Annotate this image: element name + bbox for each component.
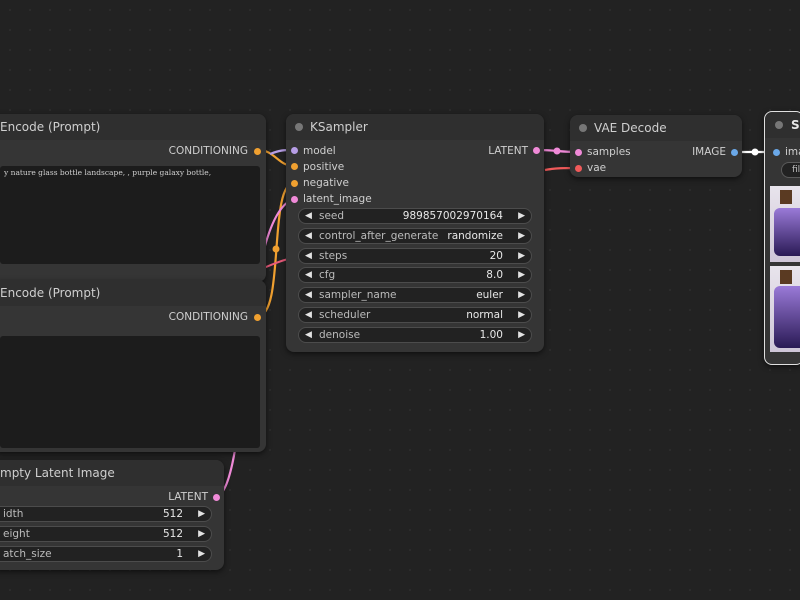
increment-arrow-icon[interactable]: ▶ — [518, 211, 525, 221]
widget-value: normal — [466, 309, 503, 321]
input-model-label: model — [303, 145, 336, 157]
height-widget[interactable]: eight 512 ▶ — [0, 526, 212, 542]
node-title: Encode (Prompt) — [0, 286, 101, 300]
widget-value: randomize — [447, 230, 503, 242]
node-title: Encode (Prompt) — [0, 120, 101, 134]
input-vae-dot[interactable] — [575, 165, 582, 172]
node-collapse-dot[interactable] — [775, 121, 783, 129]
output-preview-images — [770, 186, 800, 352]
input-samples-label: samples — [587, 146, 631, 158]
increment-arrow-icon[interactable]: ▶ — [518, 330, 525, 340]
node-title-bar[interactable]: Encode (Prompt) — [0, 280, 266, 306]
vae-decode-node[interactable]: VAE Decode samples vae IMAGE — [570, 115, 742, 177]
input-latent-image-label: latent_image — [303, 193, 372, 205]
widget-value: 989857002970164 — [402, 210, 503, 222]
decrement-arrow-icon[interactable]: ◀ — [305, 270, 312, 280]
widget-value: 20 — [489, 250, 503, 262]
clip-text-encode-node-top[interactable]: Encode (Prompt) CONDITIONING y nature gl… — [0, 114, 266, 282]
widget-value: 512 — [162, 528, 183, 540]
filename-prefix-widget[interactable]: fil — [781, 162, 800, 178]
widget-value: 1 — [176, 548, 183, 560]
increment-arrow-icon[interactable]: ▶ — [198, 509, 205, 519]
node-collapse-dot[interactable] — [295, 123, 303, 131]
clip-text-encode-node-bottom[interactable]: Encode (Prompt) CONDITIONING — [0, 280, 266, 452]
increment-arrow-icon[interactable]: ▶ — [518, 251, 525, 261]
node-title: S — [791, 118, 800, 132]
node-title: mpty Latent Image — [0, 466, 115, 480]
save-image-node[interactable]: S ima fil — [764, 111, 800, 365]
control-after-generate-widget[interactable]: ◀ control_after_generate randomize ▶ — [298, 228, 532, 244]
input-vae-label: vae — [587, 162, 607, 174]
node-title-bar[interactable]: KSampler — [286, 114, 544, 140]
node-title-bar[interactable]: mpty Latent Image — [0, 460, 224, 486]
steps-widget[interactable]: ◀ steps 20 ▶ — [298, 248, 532, 264]
widget-name: steps — [319, 250, 348, 262]
output-latent-dot[interactable] — [213, 494, 220, 501]
decrement-arrow-icon[interactable]: ◀ — [305, 251, 312, 261]
output-image-label: IMAGE — [692, 146, 726, 158]
widget-name: idth — [3, 508, 24, 520]
widget-value: 512 — [162, 508, 183, 520]
increment-arrow-icon[interactable]: ▶ — [518, 270, 525, 280]
cfg-widget[interactable]: ◀ cfg 8.0 ▶ — [298, 267, 532, 283]
widget-value: 1.00 — [479, 329, 503, 341]
input-positive-label: positive — [303, 161, 345, 173]
widget-name: denoise — [319, 329, 361, 341]
node-title-bar[interactable]: Encode (Prompt) — [0, 114, 266, 140]
scheduler-widget[interactable]: ◀ scheduler normal ▶ — [298, 307, 532, 323]
widget-name: cfg — [319, 269, 336, 281]
decrement-arrow-icon[interactable]: ◀ — [305, 330, 312, 340]
input-negative-dot[interactable] — [291, 180, 298, 187]
output-conditioning-label: CONDITIONING — [168, 145, 248, 157]
output-latent-dot[interactable] — [533, 147, 540, 154]
increment-arrow-icon[interactable]: ▶ — [518, 290, 525, 300]
output-image-dot[interactable] — [731, 149, 738, 156]
wire-reroute-dot — [272, 245, 280, 253]
widget-name: seed — [319, 210, 345, 222]
denoise-widget[interactable]: ◀ denoise 1.00 ▶ — [298, 327, 532, 343]
input-positive-dot[interactable] — [291, 163, 298, 170]
output-conditioning-label: CONDITIONING — [168, 311, 248, 323]
empty-latent-image-node[interactable]: mpty Latent Image LATENT idth 512 ▶ eigh… — [0, 460, 224, 570]
widget-value: 8.0 — [486, 269, 503, 281]
node-title-bar[interactable]: S — [765, 112, 800, 138]
batch-size-widget[interactable]: atch_size 1 ▶ — [0, 546, 212, 562]
sampler-name-widget[interactable]: ◀ sampler_name euler ▶ — [298, 287, 532, 303]
increment-arrow-icon[interactable]: ▶ — [518, 231, 525, 241]
output-conditioning-dot[interactable] — [254, 314, 261, 321]
widget-value: euler — [476, 289, 503, 301]
widget-name: sampler_name — [319, 289, 397, 301]
widget-name: control_after_generate — [319, 230, 439, 242]
widget-name: atch_size — [3, 548, 52, 560]
input-negative-label: negative — [303, 177, 349, 189]
seed-widget[interactable]: ◀ seed 989857002970164 ▶ — [298, 208, 532, 224]
decrement-arrow-icon[interactable]: ◀ — [305, 231, 312, 241]
output-latent-label: LATENT — [168, 491, 208, 503]
node-collapse-dot[interactable] — [579, 124, 587, 132]
widget-name: eight — [3, 528, 30, 540]
ksampler-node[interactable]: KSampler model positive negative latent_… — [286, 114, 544, 352]
decrement-arrow-icon[interactable]: ◀ — [305, 290, 312, 300]
increment-arrow-icon[interactable]: ▶ — [518, 310, 525, 320]
output-conditioning-dot[interactable] — [254, 148, 261, 155]
node-title: KSampler — [310, 120, 368, 134]
input-latent-image-dot[interactable] — [291, 196, 298, 203]
input-model-dot[interactable] — [291, 147, 298, 154]
increment-arrow-icon[interactable]: ▶ — [198, 529, 205, 539]
input-images-dot[interactable] — [773, 149, 780, 156]
prompt-text-area[interactable]: y nature glass bottle landscape, , purpl… — [0, 166, 260, 264]
output-latent-label: LATENT — [488, 145, 528, 157]
increment-arrow-icon[interactable]: ▶ — [198, 549, 205, 559]
prompt-text-area[interactable] — [0, 336, 260, 448]
node-title: VAE Decode — [594, 121, 667, 135]
node-title-bar[interactable]: VAE Decode — [570, 115, 742, 141]
widget-name: fil — [792, 165, 800, 175]
input-samples-dot[interactable] — [575, 149, 582, 156]
decrement-arrow-icon[interactable]: ◀ — [305, 211, 312, 221]
decrement-arrow-icon[interactable]: ◀ — [305, 310, 312, 320]
input-images-label: ima — [785, 146, 800, 158]
widget-name: scheduler — [319, 309, 371, 321]
width-widget[interactable]: idth 512 ▶ — [0, 506, 212, 522]
